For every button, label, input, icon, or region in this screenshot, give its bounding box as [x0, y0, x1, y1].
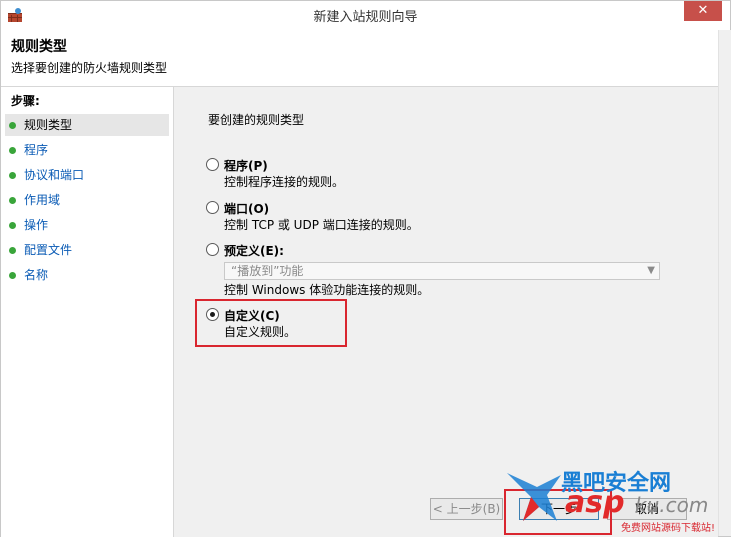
back-button[interactable]: < 上一步(B) — [430, 498, 503, 520]
step-label: 配置文件 — [24, 243, 73, 257]
step-bullet-icon — [9, 246, 16, 254]
watermark-subtitle: 免费网站源码下载站! — [621, 523, 716, 534]
step-bullet-icon — [9, 121, 16, 129]
page-title: 规则类型 — [11, 39, 67, 55]
watermark-asp: asp — [565, 485, 625, 520]
highlight-box — [195, 299, 347, 347]
step-label: 程序 — [24, 143, 49, 157]
step-name[interactable]: 名称 — [5, 264, 169, 286]
window-border — [718, 30, 731, 536]
step-protocol-port[interactable]: 协议和端口 — [5, 164, 169, 186]
window-title: 新建入站规则向导 — [313, 10, 418, 25]
option-description: 控制程序连接的规则。 — [224, 175, 345, 189]
option-label: 程序(P) — [224, 159, 268, 173]
chevron-down-icon: ▼ — [647, 265, 655, 276]
step-program[interactable]: 程序 — [5, 139, 169, 161]
step-scope[interactable]: 作用域 — [5, 189, 169, 211]
predefined-select[interactable]: “播放到”功能 ▼ — [224, 262, 660, 280]
step-bullet-icon — [9, 196, 16, 204]
close-button[interactable]: ✕ — [684, 1, 722, 21]
rule-type-prompt: 要创建的规则类型 — [208, 113, 305, 127]
step-profile[interactable]: 配置文件 — [5, 239, 169, 261]
select-value: “播放到”功能 — [231, 264, 304, 278]
watermark: 黑吧安全网 asp ku.com 免费网站源码下载站! — [501, 463, 729, 534]
step-rule-type[interactable]: 规则类型 — [5, 114, 169, 136]
radio-predefined[interactable] — [206, 243, 219, 256]
radio-port[interactable] — [206, 201, 219, 214]
option-label: 预定义(E): — [224, 244, 284, 258]
step-label: 协议和端口 — [24, 168, 85, 182]
option-label: 端口(O) — [224, 202, 270, 216]
title-bar: 新建入站规则向导 ✕ — [1, 1, 730, 30]
watermark-logo-icon — [507, 473, 561, 521]
step-label: 规则类型 — [24, 118, 73, 132]
step-bullet-icon — [9, 171, 16, 179]
page-header: 规则类型 选择要创建的防火墙规则类型 — [1, 30, 718, 87]
step-bullet-icon — [9, 146, 16, 154]
wizard-window: 新建入站规则向导 ✕ 规则类型 选择要创建的防火墙规则类型 步骤: 规则类型 程… — [0, 0, 731, 537]
steps-heading: 步骤: — [11, 94, 40, 108]
radio-program[interactable] — [206, 158, 219, 171]
step-label: 操作 — [24, 218, 49, 232]
step-action[interactable]: 操作 — [5, 214, 169, 236]
page-subtitle: 选择要创建的防火墙规则类型 — [11, 61, 168, 75]
step-bullet-icon — [9, 271, 16, 279]
step-bullet-icon — [9, 221, 16, 229]
step-label: 作用域 — [24, 193, 61, 207]
watermark-domain: ku.com — [635, 493, 709, 517]
option-description: 控制 TCP 或 UDP 端口连接的规则。 — [224, 218, 419, 232]
option-description: 控制 Windows 体验功能连接的规则。 — [224, 283, 430, 297]
step-label: 名称 — [24, 268, 49, 282]
steps-panel: 步骤: 规则类型 程序 协议和端口 作用域 操作 配置文件 名称 — [1, 87, 174, 537]
